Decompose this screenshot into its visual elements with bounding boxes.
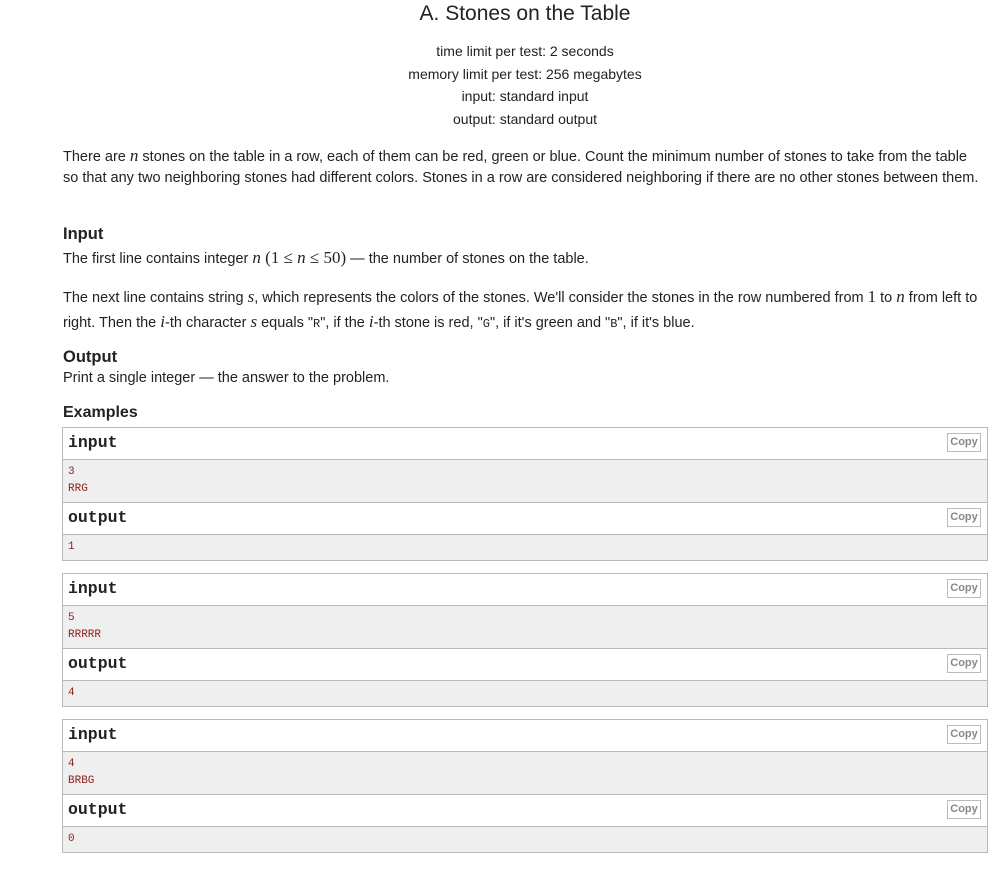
input-line: RRRRR	[68, 629, 102, 641]
input-line: RRG	[68, 483, 88, 495]
example-input-content: 5 RRRRR	[63, 606, 987, 649]
time-limit: time limit per test: 2 seconds	[436, 43, 614, 59]
copy-button[interactable]: Copy	[947, 725, 981, 744]
input-line-2: The next line contains string s, which r…	[63, 287, 978, 331]
copy-button[interactable]: Copy	[947, 800, 981, 819]
input-line: 4	[68, 758, 75, 770]
example-input-label: input	[68, 579, 118, 598]
examples-title: Examples	[63, 404, 138, 421]
input-section-title: Input	[63, 225, 104, 243]
example-output-header: output Copy	[63, 649, 987, 681]
example-block: input Copy 5 RRRRR output Copy 4	[62, 573, 988, 707]
copy-button[interactable]: Copy	[947, 654, 981, 673]
problem-header: time limit per test: 2 seconds memory li…	[0, 40, 1007, 130]
output-line: 1	[68, 541, 75, 553]
example-output-label: output	[68, 654, 128, 673]
input-line-1: The first line contains integer n (1 ≤ n…	[63, 248, 589, 267]
example-input-header: input Copy	[63, 428, 987, 460]
memory-limit: memory limit per test: 256 megabytes	[408, 65, 642, 82]
problem-title: A. Stones on the Table	[419, 2, 631, 25]
output-description: Print a single integer — the answer to t…	[63, 370, 390, 386]
example-input-content: 3 RRG	[63, 460, 987, 503]
copy-button[interactable]: Copy	[947, 433, 981, 452]
example-output-content: 1	[63, 535, 987, 560]
example-output-label: output	[68, 508, 128, 527]
input-line: 5	[68, 612, 75, 624]
example-input-label: input	[68, 725, 118, 744]
input-line: BRBG	[68, 775, 95, 787]
example-output-content: 4	[63, 681, 987, 706]
output-line: 4	[68, 687, 75, 699]
example-block: input Copy 3 RRG output Copy 1	[62, 427, 988, 561]
output-file: output: standard output	[453, 110, 597, 127]
example-output-label: output	[68, 800, 128, 819]
input-file: input: standard input	[461, 88, 589, 104]
example-input-content: 4 BRBG	[63, 752, 987, 795]
example-input-header: input Copy	[63, 720, 987, 752]
example-input-header: input Copy	[63, 574, 987, 606]
example-output-header: output Copy	[63, 503, 987, 535]
example-output-header: output Copy	[63, 795, 987, 827]
example-output-content: 0	[63, 827, 987, 852]
output-section-title: Output	[63, 348, 118, 366]
output-line: 0	[68, 833, 75, 845]
statement-paragraph: There are n stones on the table in a row…	[63, 146, 979, 186]
example-input-label: input	[68, 433, 118, 452]
copy-button[interactable]: Copy	[947, 508, 981, 527]
example-block: input Copy 4 BRBG output Copy 0	[62, 719, 988, 853]
input-line: 3	[68, 466, 75, 478]
copy-button[interactable]: Copy	[947, 579, 981, 598]
